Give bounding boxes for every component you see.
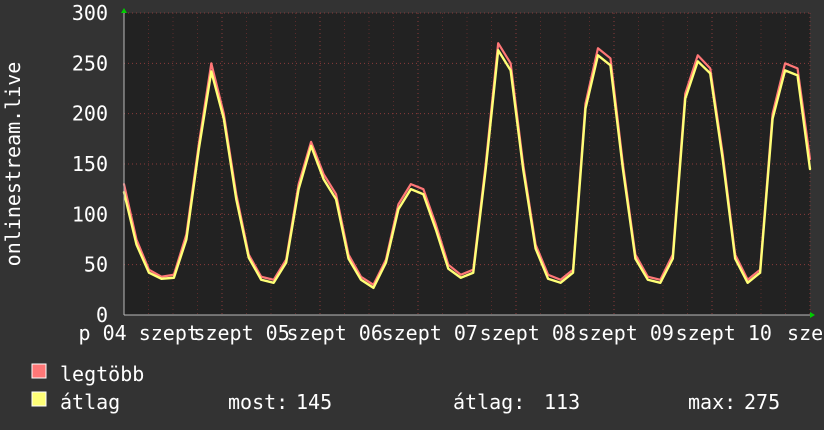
x-axis-ticks: p 04 szeptszept 05szept 06szept 07 szept …	[78, 321, 823, 345]
y-tick-label: 50	[84, 253, 108, 277]
x-tick-label: szept 08	[480, 321, 576, 345]
legend-label-legtobb: legtöbb	[60, 362, 144, 386]
y-tick-label: 300	[72, 1, 108, 25]
y-tick-label: 100	[72, 202, 108, 226]
x-tick-label: szept 07	[382, 321, 478, 345]
x-tick-label: sze	[787, 321, 823, 345]
y-tick-label: 200	[72, 102, 108, 126]
summary-stats: most: 145 átlag: 113 max: 275	[228, 390, 780, 414]
y-tick-label: 250	[72, 51, 108, 75]
stat-max-label: max:	[688, 390, 736, 414]
line-chart: 050100150200250300 p 04 szeptszept 05sze…	[0, 0, 824, 430]
x-tick-label: szept 09	[578, 321, 674, 345]
legend-label-atlag: átlag	[60, 390, 120, 414]
legend-swatch-atlag	[31, 391, 47, 407]
x-tick-label: szept 10	[676, 321, 772, 345]
x-tick-label: szept 05	[193, 321, 289, 345]
stat-max-value: 275	[744, 390, 780, 414]
stat-now-value: 145	[296, 390, 332, 414]
x-tick-label: szept 06	[287, 321, 383, 345]
stat-avg-label: átlag:	[453, 390, 525, 414]
legend-swatch-legtobb	[31, 363, 47, 379]
y-axis-title: onlinestream.live	[1, 62, 25, 267]
stat-avg-value: 113	[544, 390, 580, 414]
stat-now-label: most:	[228, 390, 288, 414]
x-tick-label: p 04 szept	[78, 321, 198, 345]
y-tick-label: 150	[72, 152, 108, 176]
